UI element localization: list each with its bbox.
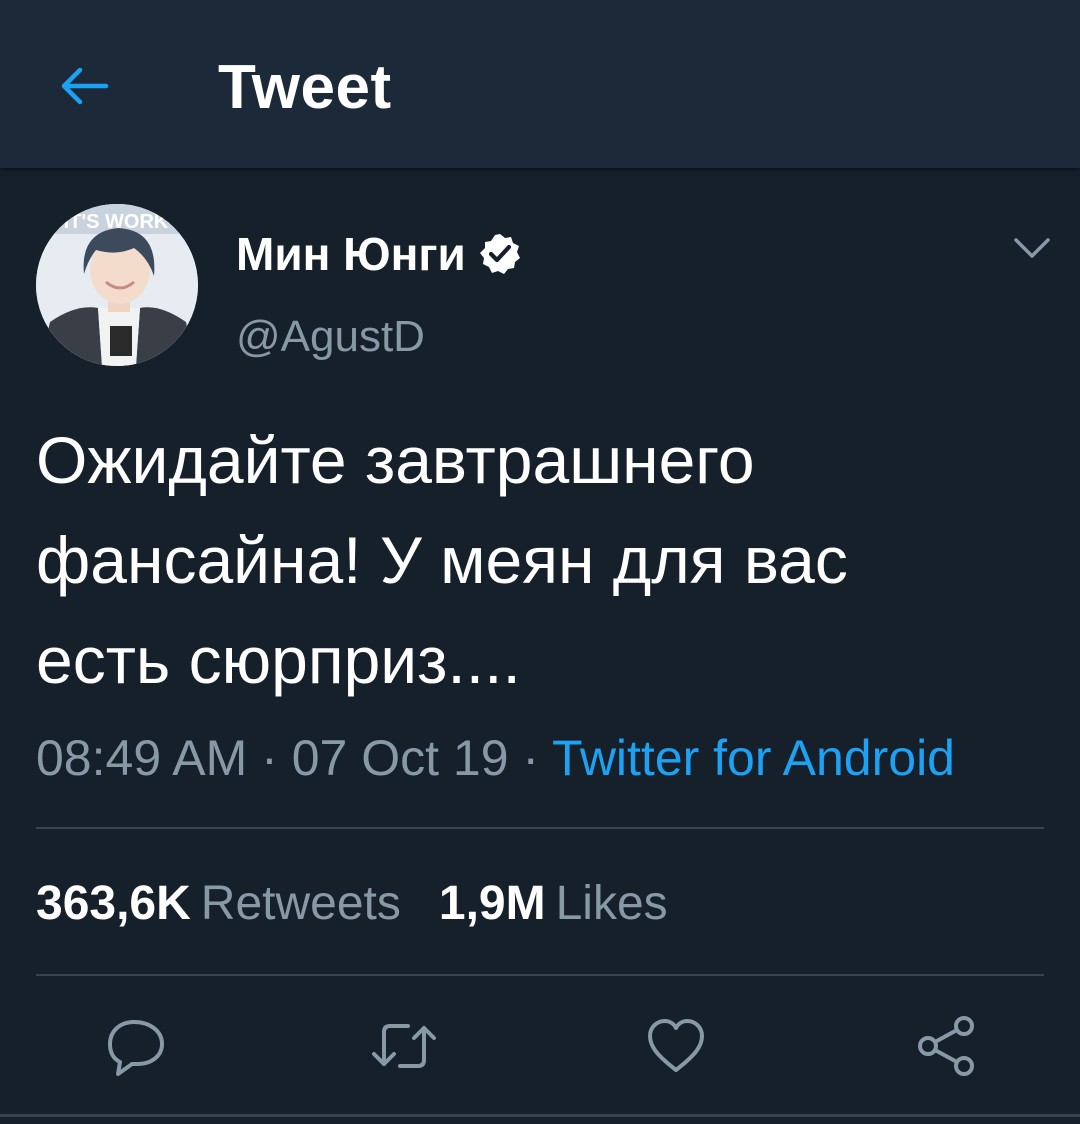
- page-title: Tweet: [218, 53, 392, 122]
- likes-label: Likes: [555, 877, 668, 930]
- author-handle[interactable]: @AgustD: [236, 311, 425, 363]
- bottom-divider: [0, 1114, 1080, 1117]
- reply-icon: [108, 1020, 164, 1076]
- author-avatar[interactable]: IT'S WORK: [36, 204, 198, 366]
- retweet-icon: [372, 1024, 436, 1068]
- tweet-meta: 08:49 AM · 07 Oct 19 · Twitter for Andro…: [36, 726, 955, 790]
- chevron-down-icon: [1014, 238, 1050, 258]
- tweet-menu-button[interactable]: [1008, 224, 1056, 272]
- tweet-text: Ожидайте завтрашнего фансайна! У меян дл…: [36, 423, 848, 697]
- tweet-source-link[interactable]: Twitter for Android: [552, 730, 955, 786]
- retweets-count: 363,6K: [36, 877, 191, 930]
- avatar-image: IT'S WORK: [36, 204, 198, 366]
- meta-separator: ·: [508, 730, 553, 786]
- heart-icon: [648, 1019, 704, 1072]
- tweet-date: 07 Oct 19: [291, 730, 509, 786]
- divider: [36, 827, 1044, 829]
- likes-count: 1,9M: [438, 877, 546, 930]
- tweet-time: 08:49 AM: [36, 730, 248, 786]
- arrow-left-icon: [61, 67, 109, 105]
- tweet-detail-screen: Tweet IT'S WORK Мин Юнги @AgustD Ожидайт…: [0, 0, 1080, 1124]
- share-button[interactable]: [910, 1010, 982, 1082]
- retweets-stat[interactable]: 363,6K Retweets: [36, 877, 401, 930]
- top-app-bar: Tweet: [0, 0, 1080, 168]
- share-icon: [918, 1016, 974, 1076]
- divider: [36, 974, 1044, 976]
- like-button[interactable]: [640, 1010, 712, 1082]
- author-display-name: Мин Юнги: [236, 228, 466, 280]
- back-button[interactable]: [48, 50, 120, 122]
- tweet-stats: 363,6K Retweets 1,9M Likes: [36, 874, 668, 934]
- likes-stat[interactable]: 1,9M Likes: [439, 877, 668, 930]
- meta-separator: ·: [247, 730, 292, 786]
- reply-button[interactable]: [100, 1010, 172, 1082]
- retweets-label: Retweets: [200, 877, 401, 930]
- author-name-row[interactable]: Мин Юнги: [236, 226, 522, 282]
- verified-badge-icon: [478, 232, 522, 276]
- retweet-button[interactable]: [368, 1010, 440, 1082]
